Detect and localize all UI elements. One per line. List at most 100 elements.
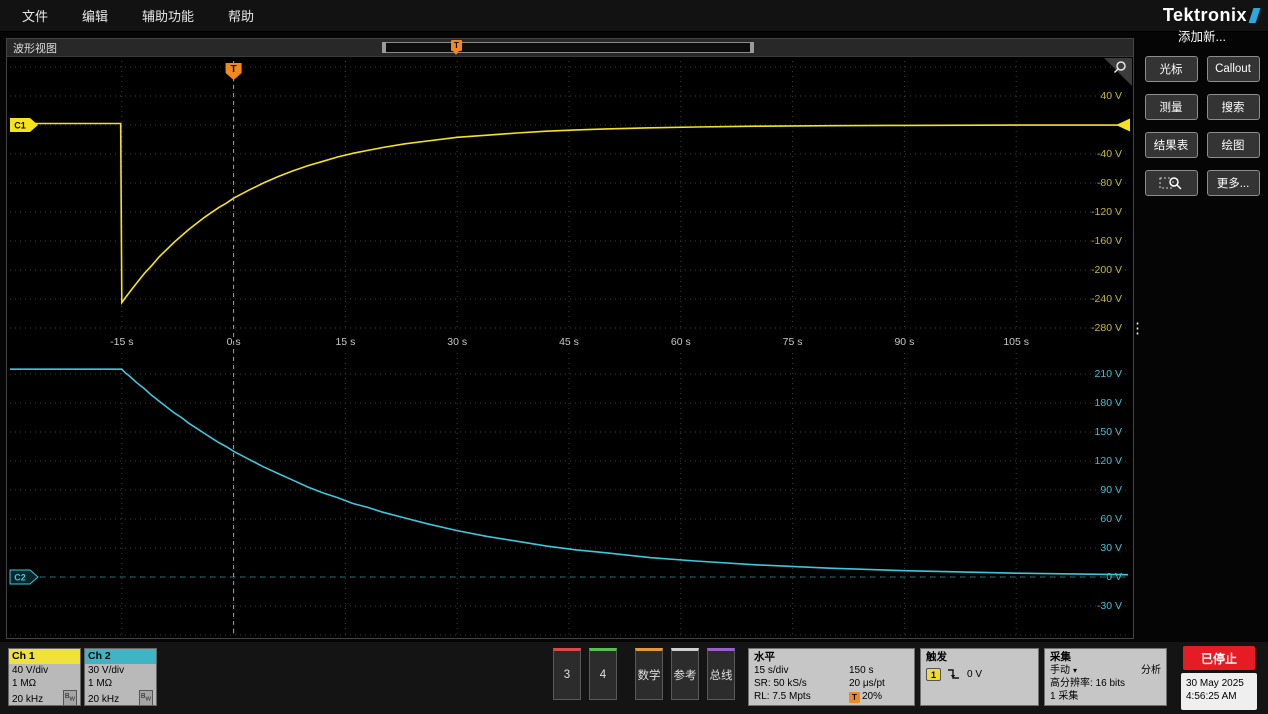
ch1-impedance: 1 MΩ xyxy=(12,678,77,691)
brand-slash-icon xyxy=(1249,8,1261,23)
add-new-panel: 添加新... 光标 Callout 测量 搜索 结果表 绘图 更多... xyxy=(1140,26,1264,196)
date-text: 30 May 2025 xyxy=(1186,677,1257,690)
menu-utility[interactable]: 辅助功能 xyxy=(142,6,194,25)
ch1-bandwidth: 20 kHz xyxy=(12,694,43,706)
panel-splitter-handle[interactable]: ⋮ xyxy=(1130,322,1138,362)
svg-text:C2: C2 xyxy=(14,573,26,583)
acq-mode[interactable]: 手动 xyxy=(1050,665,1070,676)
horizontal-panel[interactable]: 水平 15 s/div150 s SR: 50 kS/s20 μs/pt RL:… xyxy=(748,648,915,706)
menu-bar: 文件 编辑 辅助功能 帮助 Tektronix xyxy=(0,0,1268,32)
acquisition-title: 采集 xyxy=(1050,651,1161,664)
record-view-minimap[interactable]: T xyxy=(382,42,754,53)
callout-button[interactable]: Callout xyxy=(1207,56,1260,82)
trigger-title: 触发 xyxy=(926,651,1033,664)
ch2-name: Ch 2 xyxy=(88,650,111,662)
trigger-level: 0 V xyxy=(967,668,982,681)
sample-rate: SR: 50 kS/s xyxy=(754,677,849,690)
dropdown-caret-icon: ▾ xyxy=(1073,666,1077,675)
horizontal-window: 150 s xyxy=(849,664,873,677)
minimap-right-handle[interactable] xyxy=(750,42,754,53)
trigger-panel[interactable]: 触发 1 0 V xyxy=(920,648,1039,706)
x-tick-label: 15 s xyxy=(335,336,355,348)
ch1-scale: 40 V/div xyxy=(12,665,77,678)
cursor-button[interactable]: 光标 xyxy=(1145,56,1198,82)
ch2-badge[interactable]: Ch 2 30 V/div 1 MΩ 20 kHzBW xyxy=(84,648,157,706)
C2-y-tick-label: -30 V xyxy=(1097,600,1122,612)
waveform-view-titlebar: 波形视图 T xyxy=(7,39,1133,57)
x-tick-label: -15 s xyxy=(110,336,133,348)
svg-text:T: T xyxy=(231,64,237,75)
acq-analysis[interactable]: 分析 xyxy=(1141,664,1161,677)
trigger-flag[interactable]: T xyxy=(226,63,242,80)
record-length: RL: 7.5 Mpts xyxy=(754,690,849,703)
x-tick-label: 60 s xyxy=(671,336,691,348)
C2-y-tick-label: 90 V xyxy=(1100,484,1122,496)
acquisition-panel[interactable]: 采集 手动▾ 分析 高分辨率: 16 bits 1 采集 xyxy=(1044,648,1167,706)
bus-label: 总线 xyxy=(710,667,733,683)
ref-button[interactable]: 参考 xyxy=(671,648,699,700)
time-text: 4:56:25 AM xyxy=(1186,690,1257,703)
acq-resolution: 高分辨率: 16 bits xyxy=(1050,677,1161,690)
acq-count: 1 采集 xyxy=(1050,690,1161,703)
bandwidth-icon: BW xyxy=(139,690,153,706)
minimap-trigger-marker[interactable]: T xyxy=(451,40,462,51)
ch2-impedance: 1 MΩ xyxy=(88,678,153,691)
zoom-corner-button[interactable] xyxy=(1104,58,1132,86)
ch3-button[interactable]: 3 xyxy=(553,648,581,700)
C2-channel-handle[interactable]: C2 xyxy=(10,570,38,584)
waveform-view-title: 波形视图 xyxy=(13,40,57,56)
math-label: 数学 xyxy=(638,667,661,683)
C1-level-arrow[interactable] xyxy=(1116,119,1130,132)
C1-y-tick-label: -160 V xyxy=(1091,235,1122,247)
C1-y-tick-label: -40 V xyxy=(1097,148,1122,160)
C2-y-tick-label: 120 V xyxy=(1095,455,1122,467)
plot-button[interactable]: 绘图 xyxy=(1207,132,1260,158)
zoom-tool-button[interactable] xyxy=(1145,170,1198,196)
C1-y-tick-label: -200 V xyxy=(1091,264,1122,276)
add-new-title: 添加新... xyxy=(1140,26,1264,45)
C1-y-tick-label: -120 V xyxy=(1091,206,1122,218)
menu-file[interactable]: 文件 xyxy=(22,6,48,25)
C2-y-tick-label: 150 V xyxy=(1095,426,1122,438)
falling-edge-icon xyxy=(946,667,962,681)
x-tick-label: 30 s xyxy=(447,336,467,348)
bottom-status-bar: Ch 1 40 V/div 1 MΩ 20 kHz BW Ch 2 30 V/di… xyxy=(0,642,1268,714)
C1-y-tick-label: -240 V xyxy=(1091,293,1122,305)
C1-channel-handle[interactable]: C1 xyxy=(10,118,38,132)
more-button[interactable]: 更多... xyxy=(1207,170,1260,196)
C2-y-tick-label: 30 V xyxy=(1100,542,1122,554)
datetime-display: 30 May 2025 4:56:25 AM xyxy=(1181,673,1257,710)
C1-y-tick-label: 40 V xyxy=(1100,90,1122,102)
C2-y-tick-label: 0 V xyxy=(1106,571,1122,583)
results-table-button[interactable]: 结果表 xyxy=(1145,132,1198,158)
menu-edit[interactable]: 编辑 xyxy=(82,6,108,25)
C1-waveform-trace xyxy=(10,124,1128,303)
run-stop-button[interactable]: 已停止 xyxy=(1183,646,1255,670)
bandwidth-icon: BW xyxy=(63,690,77,706)
x-tick-label: 105 s xyxy=(1003,336,1029,348)
ch1-name: Ch 1 xyxy=(12,650,35,662)
x-tick-label: 45 s xyxy=(559,336,579,348)
ch1-badge[interactable]: Ch 1 40 V/div 1 MΩ 20 kHz BW xyxy=(8,648,81,706)
C2-y-tick-label: 180 V xyxy=(1095,397,1122,409)
C2-y-tick-label: 210 V xyxy=(1095,368,1122,380)
measure-button[interactable]: 测量 xyxy=(1145,94,1198,120)
minimap-left-handle[interactable] xyxy=(382,42,386,53)
menu-help[interactable]: 帮助 xyxy=(228,6,254,25)
horizontal-title: 水平 xyxy=(754,651,909,664)
zoom-tool-icon xyxy=(1159,175,1183,191)
x-tick-label: 75 s xyxy=(783,336,803,348)
ch3-label: 3 xyxy=(564,669,570,681)
ch4-button[interactable]: 4 xyxy=(589,648,617,700)
waveform-view-window: 波形视图 T 40 V-40 V-80 V-120 V-160 V-200 V-… xyxy=(6,38,1134,639)
C1-y-tick-label: -280 V xyxy=(1091,322,1122,334)
time-per-point: 20 μs/pt xyxy=(849,677,885,690)
tektronix-logo: Tektronix xyxy=(1163,5,1258,26)
math-button[interactable]: 数学 xyxy=(635,648,663,700)
ch2-scale: 30 V/div xyxy=(88,665,153,678)
x-tick-label: 90 s xyxy=(894,336,914,348)
search-button[interactable]: 搜索 xyxy=(1207,94,1260,120)
svg-text:C1: C1 xyxy=(14,121,26,131)
bus-button[interactable]: 总线 xyxy=(707,648,735,700)
trigger-source-badge: 1 xyxy=(926,668,941,681)
